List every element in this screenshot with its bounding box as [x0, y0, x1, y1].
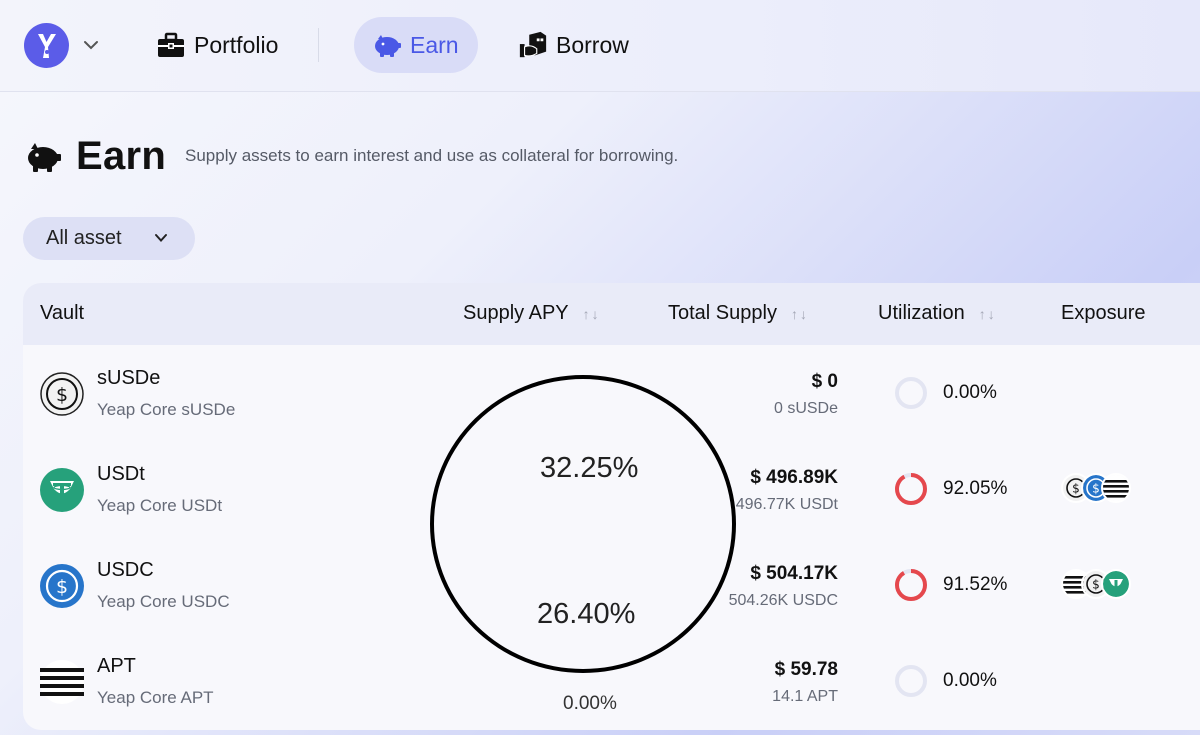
usdc-icon: $: [40, 564, 84, 608]
piggy-bank-icon: [28, 142, 61, 172]
svg-text:$: $: [1092, 482, 1100, 496]
asset-name: USDC: [97, 559, 154, 581]
column-vault: Vault: [40, 302, 84, 325]
borrow-icon: [518, 30, 548, 60]
sort-icon[interactable]: ↑↓: [791, 306, 809, 322]
chevron-down-icon: [155, 234, 167, 242]
nav-borrow[interactable]: Borrow: [500, 17, 647, 73]
nav-portfolio[interactable]: Portfolio: [138, 17, 296, 73]
sort-icon[interactable]: ↑↓: [583, 306, 601, 322]
supply-apy-usdc: 26.40%: [537, 598, 636, 630]
column-total-supply[interactable]: Total Supply ↑↓: [668, 302, 809, 325]
asset-name: sUSDe: [97, 367, 161, 389]
asset-filter-dropdown[interactable]: All asset: [23, 217, 195, 260]
asset-vault-name: Yeap Core sUSDe: [97, 400, 236, 419]
total-supply-usd: $ 504.17K: [750, 563, 838, 584]
apt-icon: [40, 660, 84, 704]
logo-mark-icon: [37, 33, 56, 58]
asset-vault-name: Yeap Core USDC: [97, 592, 230, 611]
asset-name: APT: [97, 655, 136, 677]
nav-earn-label: Earn: [410, 31, 459, 58]
total-supply-usd: $ 0: [811, 371, 838, 392]
column-exposure: Exposure: [1061, 302, 1146, 325]
column-utilization[interactable]: Utilization ↑↓: [878, 302, 997, 325]
exposure-list: $ $: [1061, 473, 1131, 503]
supply-apy-usdt: 32.25%: [540, 452, 639, 484]
total-supply-token: 496.77K USDt: [735, 496, 838, 513]
briefcase-icon: [156, 30, 186, 60]
utilization-ring: [895, 665, 927, 697]
page-subtitle: Supply assets to earn interest and use a…: [185, 146, 679, 165]
table-header: Vault Supply APY ↑↓ Total Supply ↑↓ Util…: [23, 283, 1200, 345]
asset-name: USDt: [97, 463, 145, 485]
total-supply-usd: $ 59.78: [774, 659, 838, 680]
total-supply-token: 14.1 APT: [772, 688, 838, 705]
utilization-ring: [895, 377, 927, 409]
svg-text:$: $: [1092, 578, 1100, 592]
nav-divider: [318, 28, 319, 62]
exposure-list: $: [1061, 569, 1131, 599]
nav-portfolio-label: Portfolio: [194, 31, 279, 58]
apt-icon: [1101, 473, 1131, 503]
total-supply-token: 504.26K USDC: [728, 592, 838, 609]
total-supply-token: 0 sUSDe: [773, 400, 838, 417]
page-header: Earn: [24, 134, 166, 179]
nav-earn[interactable]: Earn: [354, 17, 478, 73]
column-apy-label: Supply APY: [463, 302, 569, 324]
utilization-value: 91.52%: [943, 574, 1008, 595]
utilization-ring: [895, 569, 927, 601]
supply-apy-value: 0.00%: [563, 693, 617, 714]
top-navigation: Portfolio Earn Borrow: [0, 0, 1200, 92]
susde-icon: $: [40, 372, 84, 416]
page-title: Earn: [76, 134, 167, 178]
sort-icon[interactable]: ↑↓: [979, 306, 997, 322]
svg-text:$: $: [56, 384, 68, 406]
utilization-value: 92.05%: [943, 478, 1008, 499]
nav-borrow-label: Borrow: [556, 31, 629, 58]
column-vault-label: Vault: [40, 302, 85, 324]
usdt-icon: [40, 468, 84, 512]
column-util-label: Utilization: [878, 302, 965, 324]
piggy-bank-icon: [372, 30, 402, 60]
app-logo[interactable]: [24, 23, 69, 68]
svg-text:$: $: [56, 576, 68, 598]
column-supply-apy[interactable]: Supply APY ↑↓: [463, 302, 601, 325]
asset-vault-name: Yeap Core APT: [97, 688, 214, 707]
utilization-value: 0.00%: [943, 382, 997, 403]
column-supply-label: Total Supply: [668, 302, 777, 324]
utilization-ring: [895, 473, 927, 505]
utilization-value: 0.00%: [943, 670, 997, 691]
svg-text:$: $: [1072, 482, 1080, 496]
chevron-down-icon[interactable]: [82, 36, 100, 54]
asset-filter-label: All asset: [46, 227, 122, 249]
usdt-icon: [1101, 569, 1131, 599]
column-exposure-label: Exposure: [1061, 302, 1146, 324]
asset-vault-name: Yeap Core USDt: [97, 496, 223, 515]
total-supply-usd: $ 496.89K: [750, 467, 838, 488]
